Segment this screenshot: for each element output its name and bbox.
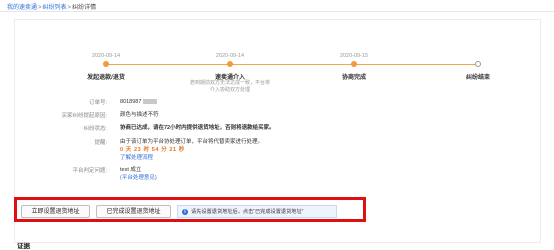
- reminder-label: 提醒:: [94, 140, 107, 146]
- step-date: 2020-09-14: [91, 53, 121, 59]
- step-dot-done: [351, 61, 357, 67]
- step-date: 2020-09-14: [215, 53, 245, 59]
- instruction-tip: i 请先设置退货地址后，点击“已完成设置退货地址”: [177, 205, 337, 218]
- step-dot-done: [103, 61, 109, 67]
- step-name: 纠纷结束: [465, 75, 490, 81]
- step-date: 2020-09-15: [339, 53, 369, 59]
- step-name: 发起退款/退货: [87, 75, 125, 81]
- order-number-label: 订单号:: [88, 100, 107, 106]
- dispute-reason-label: 买家纠纷提起原因:: [61, 113, 107, 119]
- set-return-address-button[interactable]: 立即设置退货地址: [21, 205, 90, 218]
- timeline-track-completed: [106, 64, 478, 65]
- reminder-text: 由于该订单为平台协处理订单，平台将代替卖家进行处理。: [120, 139, 264, 145]
- divider: [0, 11, 554, 12]
- dispute-status-value: 协商已达成，请在72小时内提供退货地址，否则将退款给买家。: [120, 125, 275, 131]
- instruction-tip-text: 请先设置退货地址后，点击“已完成设置退货地址”: [191, 209, 304, 215]
- platform-opinion-link[interactable]: (平台处理意见): [120, 175, 157, 181]
- step-description: 若到期前双方无法达成一致，平台将介入协助双方处理: [190, 80, 271, 93]
- dispute-status-label: 纠纷状态:: [83, 126, 107, 132]
- breadcrumb: 我的速卖通>纠纷列表>纠纷详情: [7, 2, 96, 11]
- countdown-timer: 0 天 23 时 54 分 21 秒: [120, 147, 185, 153]
- redacted-mask: [143, 99, 158, 105]
- step-dot-pending: [475, 61, 481, 67]
- info-icon: i: [182, 209, 188, 215]
- evidence-section-title: 证据: [17, 243, 30, 250]
- platform-judgment-value: test 成立: [120, 167, 142, 173]
- step-dot-done: [227, 61, 233, 67]
- step-name: 协商完成: [341, 75, 366, 81]
- order-number-value: 8018987: [120, 99, 142, 105]
- dispute-reason-value: 颜色与描述不符: [120, 112, 159, 118]
- platform-judgment-label: 平台判定问题:: [72, 168, 107, 174]
- completed-address-button[interactable]: 已完成设置退货地址: [96, 205, 171, 218]
- learn-process-link[interactable]: 了解处理流程: [120, 155, 153, 161]
